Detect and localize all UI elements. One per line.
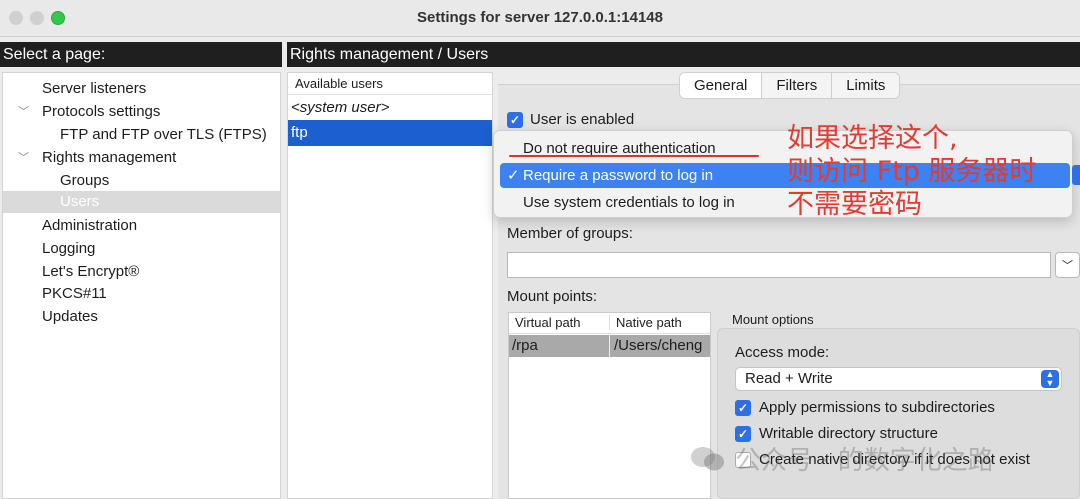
apply-permissions-label: Apply permissions to subdirectories: [759, 399, 995, 416]
settings-tabs: General Filters Limits: [679, 72, 901, 99]
access-mode-select[interactable]: Read + Write ▲ ▼: [735, 367, 1062, 391]
annotation-line-3: 不需要密码: [787, 189, 922, 220]
access-mode-label: Access mode:: [735, 344, 830, 361]
tree-item-updates[interactable]: Updates: [3, 306, 280, 328]
access-mode-value: Read + Write: [745, 370, 833, 387]
tree-item-users[interactable]: Users: [3, 191, 280, 213]
tab-filters[interactable]: Filters: [762, 73, 833, 98]
tab-limits[interactable]: Limits: [832, 73, 899, 98]
menu-item-system-credentials[interactable]: Use system credentials to log in: [500, 190, 1070, 215]
user-enabled-label: User is enabled: [530, 111, 635, 128]
popup-button-edge[interactable]: [1072, 165, 1080, 185]
virtual-path-cell: /rpa: [512, 337, 538, 354]
page-selector-header: Select a page:: [0, 42, 282, 67]
user-row-system[interactable]: <system user>: [288, 95, 492, 121]
tree-item-ftp-ftps[interactable]: FTP and FTP over TLS (FTPS): [3, 124, 280, 146]
mount-options-title: Mount options: [730, 312, 816, 327]
groups-input[interactable]: [507, 252, 1051, 278]
tree-item-protocols-settings[interactable]: ﹀ Protocols settings: [3, 101, 280, 123]
groups-dropdown-button[interactable]: ﹀: [1055, 252, 1080, 278]
groups-label: Member of groups:: [507, 225, 633, 242]
users-list-header: Available users: [288, 73, 492, 95]
checkmark-icon: ✓: [507, 167, 520, 184]
apply-permissions-checkbox[interactable]: ✓: [735, 400, 751, 416]
tab-general[interactable]: General: [680, 73, 763, 98]
menu-item-label: Require a password to log in: [523, 167, 714, 184]
tree-item-logging[interactable]: Logging: [3, 238, 280, 260]
mount-table-header: Virtual path Native path: [509, 313, 710, 334]
tree-item-lets-encrypt[interactable]: Let's Encrypt®: [3, 261, 280, 283]
page-tree: Server listeners ﹀ Protocols settings FTP…: [2, 72, 281, 499]
tree-item-pkcs11[interactable]: PKCS#11: [3, 283, 280, 305]
column-native-path[interactable]: Native path: [609, 315, 682, 330]
tree-item-rights-management[interactable]: ﹀ Rights management: [3, 147, 280, 169]
column-virtual-path[interactable]: Virtual path: [515, 315, 581, 330]
tree-item-administration[interactable]: Administration: [3, 215, 280, 237]
native-path-cell: /Users/cheng: [609, 335, 710, 357]
up-down-arrows-icon: ▲ ▼: [1041, 370, 1059, 388]
user-row-ftp[interactable]: ftp: [288, 120, 492, 146]
window-title: Settings for server 127.0.0.1:14148: [417, 9, 663, 26]
users-list: Available users <system user> ftp: [287, 72, 493, 499]
chevron-down-icon[interactable]: ﹀: [18, 147, 29, 169]
title-bar: Settings for server 127.0.0.1:14148: [0, 0, 1080, 37]
annotation-underline: [509, 155, 759, 157]
mount-points-label: Mount points:: [507, 288, 598, 305]
tree-item-groups[interactable]: Groups: [3, 170, 280, 192]
tree-item-server-listeners[interactable]: Server listeners: [3, 78, 280, 100]
wechat-icon: [691, 447, 724, 471]
section-title: Rights management / Users: [287, 42, 1080, 67]
table-row[interactable]: /rpa /Users/cheng: [509, 335, 710, 357]
chevron-down-icon[interactable]: ﹀: [18, 101, 29, 123]
chevron-down-icon: ﹀: [1062, 260, 1073, 272]
watermark: 公众号 · 的数字化之路: [735, 446, 994, 476]
mount-points-table: Virtual path Native path /rpa /Users/che…: [508, 312, 711, 499]
user-enabled-checkbox[interactable]: ✓: [507, 112, 523, 128]
